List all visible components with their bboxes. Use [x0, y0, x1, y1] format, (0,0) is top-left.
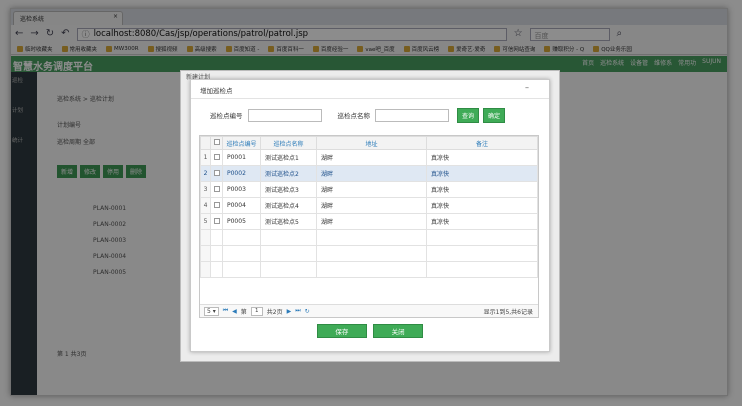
prev-page-icon[interactable]: ◀	[232, 308, 237, 315]
page-info: 显示1到5,共6记录	[483, 308, 533, 316]
empty-row	[200, 229, 538, 246]
grid-table: 巡检点编号 巡检点名称 地址 备注 1 P0001 测试巡检点1 湖畔 真凉快 2 P000…	[200, 136, 538, 278]
cell-code: P0002	[222, 165, 261, 182]
cell-name: 测试巡检点1	[260, 149, 317, 166]
code-input[interactable]	[247, 108, 322, 122]
dialog-title-text: 增加巡检点	[200, 87, 233, 95]
dialog-footer: 保存 关闭	[191, 324, 549, 338]
table-row[interactable]: 1 P0001 测试巡检点1 湖畔 真凉快	[200, 149, 538, 166]
table-row[interactable]: 4 P0004 测试巡检点4 湖畔 真凉快	[200, 197, 538, 214]
cell-code: P0005	[222, 213, 261, 230]
grid-header: 巡检点编号 巡检点名称 地址 备注	[200, 136, 538, 150]
page-input[interactable]: 1	[250, 306, 263, 316]
minimize-icon[interactable]: –	[525, 83, 529, 92]
col-address-header[interactable]: 地址	[316, 136, 427, 150]
next-page-icon[interactable]: ▶	[287, 308, 292, 315]
filter-bar: 巡检点编号 巡检点名称 查询 确定	[191, 99, 549, 131]
col-code-header[interactable]: 巡检点编号	[222, 136, 261, 150]
patrol-point-grid: 巡检点编号 巡检点名称 地址 备注 1 P0001 测试巡检点1 湖畔 真凉快 2 P000…	[199, 135, 539, 318]
row-num-header	[200, 136, 211, 150]
row-checkbox[interactable]	[210, 149, 223, 166]
cell-note: 真凉快	[426, 197, 538, 214]
confirm-button[interactable]: 确定	[483, 107, 506, 123]
cell-note: 真凉快	[426, 149, 538, 166]
row-number: 2	[200, 165, 211, 182]
add-patrol-point-dialog: 增加巡检点 – 巡检点编号 巡检点名称 查询 确定 巡检点编号 巡检点名称 地址 …	[190, 79, 550, 352]
page-size-select[interactable]: 5 ▾	[204, 306, 219, 316]
row-checkbox[interactable]	[210, 165, 223, 182]
dialog-title: 增加巡检点 –	[191, 80, 549, 99]
name-input[interactable]	[375, 108, 449, 122]
cell-name: 测试巡检点4	[260, 197, 317, 214]
cell-name: 测试巡检点3	[260, 181, 317, 198]
row-checkbox[interactable]	[210, 213, 223, 230]
cell-address: 湖畔	[316, 149, 427, 166]
page-prefix: 第	[240, 308, 247, 316]
first-page-icon[interactable]: ⏮	[223, 307, 228, 315]
cell-code: P0004	[222, 197, 261, 214]
cell-name: 测试巡检点5	[260, 213, 317, 230]
select-all-checkbox[interactable]	[210, 136, 223, 150]
cell-code: P0003	[222, 181, 261, 198]
query-button[interactable]: 查询	[457, 107, 480, 123]
table-row[interactable]: 5 P0005 测试巡检点5 湖畔 真凉快	[200, 213, 538, 230]
page-total: 共2页	[266, 308, 283, 316]
row-number: 1	[200, 149, 211, 166]
last-page-icon[interactable]: ⏭	[295, 307, 300, 315]
col-name-header[interactable]: 巡检点名称	[260, 136, 317, 150]
cell-note: 真凉快	[426, 181, 538, 198]
name-label: 巡检点名称	[337, 112, 371, 120]
row-checkbox[interactable]	[210, 197, 223, 214]
row-number: 5	[200, 213, 211, 230]
row-checkbox[interactable]	[210, 181, 223, 198]
empty-row	[200, 261, 538, 278]
cell-name: 测试巡检点2	[260, 165, 317, 182]
cell-note: 真凉快	[426, 165, 538, 182]
cell-address: 湖畔	[316, 165, 427, 182]
cell-code: P0001	[222, 149, 261, 166]
code-label: 巡检点编号	[210, 112, 243, 120]
refresh-icon[interactable]: ↻	[305, 308, 310, 315]
cell-address: 湖畔	[316, 197, 427, 214]
cell-address: 湖畔	[316, 181, 427, 198]
col-note-header[interactable]: 备注	[426, 136, 538, 150]
empty-row	[200, 245, 538, 262]
table-row[interactable]: 2 P0002 测试巡检点2 湖畔 真凉快	[200, 165, 538, 182]
cell-address: 湖畔	[316, 213, 427, 230]
row-number: 4	[200, 197, 211, 214]
pager: 5 ▾ ⏮ ◀ 第 1 共2页 ▶ ⏭ ↻ 显示1到5,共6记录	[200, 304, 538, 317]
cell-note: 真凉快	[426, 213, 538, 230]
row-number: 3	[200, 181, 211, 198]
close-button[interactable]: 关闭	[373, 324, 424, 338]
table-row[interactable]: 3 P0003 测试巡检点3 湖畔 真凉快	[200, 181, 538, 198]
save-button[interactable]: 保存	[316, 324, 367, 338]
